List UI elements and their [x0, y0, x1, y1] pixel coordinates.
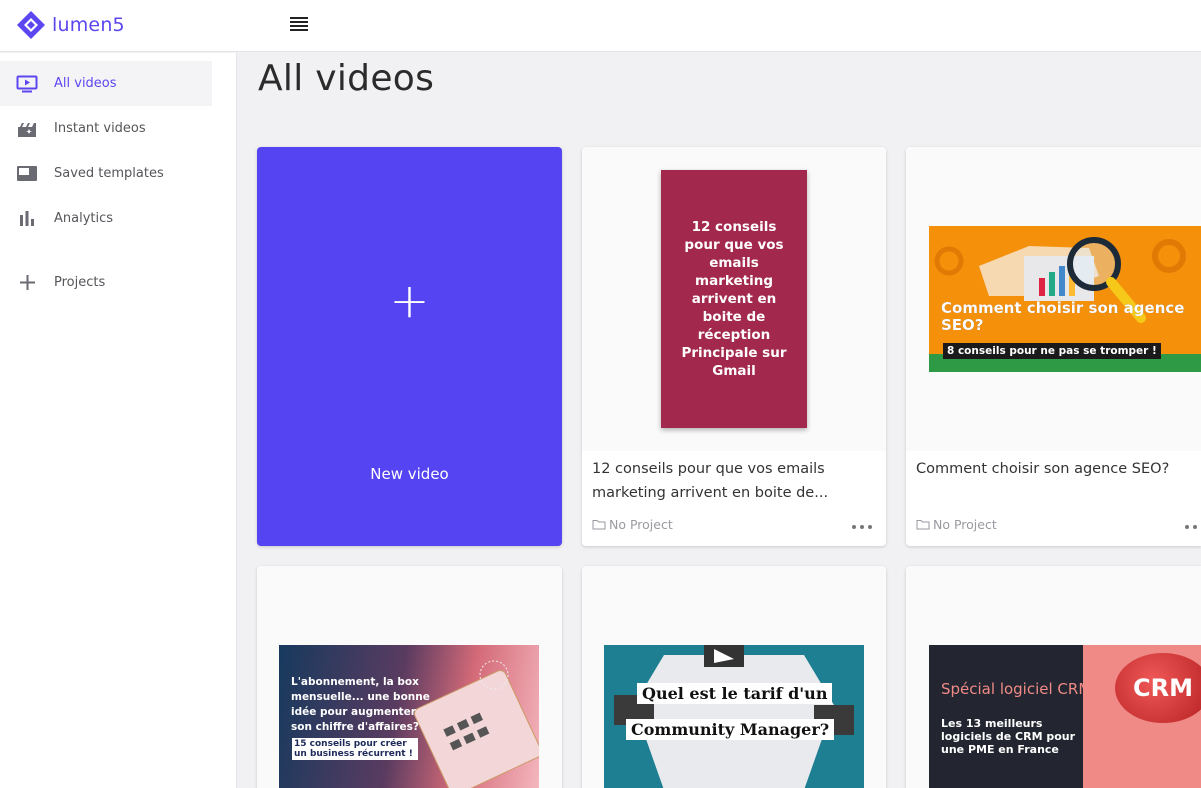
video-thumbnail: Comment choisir son agence SEO? 8 consei…: [929, 226, 1201, 372]
video-card[interactable]: Quel est le tarif d'un Community Manager…: [582, 566, 886, 788]
sidebar-item-instant-videos[interactable]: Instant videos: [0, 106, 212, 151]
page-title: All videos: [258, 58, 435, 99]
sidebar-item-label: Saved templates: [54, 166, 164, 181]
project-label[interactable]: No Project: [592, 517, 673, 532]
video-thumbnail: 12 conseils pour que vos emails marketin…: [661, 170, 807, 428]
thumbnail-graphic: [614, 645, 854, 788]
play-screen-icon: [16, 73, 38, 95]
plus-icon: [16, 272, 38, 294]
video-thumbnail: Quel est le tarif d'un Community Manager…: [604, 645, 864, 788]
lumen5-logo-icon: [17, 11, 45, 39]
sidebar-item-all-videos[interactable]: All videos: [0, 61, 212, 106]
video-thumbnail-area[interactable]: CRM Spécial logiciel CRM Les 13 meilleur…: [906, 566, 1201, 788]
thumbnail-title: L'abonnement, la box mensuelle... une bo…: [291, 676, 430, 733]
video-card[interactable]: L'abonnement, la box mensuelle... une bo…: [257, 566, 562, 788]
project-label[interactable]: No Project: [916, 517, 997, 532]
thumbnail-subtitle: 15 conseils pour créer un business récur…: [292, 738, 418, 760]
sidebar-item-label: Projects: [54, 275, 106, 290]
project-name: No Project: [933, 517, 997, 532]
app-name: lumen5: [52, 14, 125, 36]
add-icon: +: [389, 273, 430, 329]
video-thumbnail-area[interactable]: Comment choisir son agence SEO? 8 consei…: [906, 147, 1201, 451]
video-card[interactable]: Comment choisir son agence SEO? 8 consei…: [906, 147, 1201, 546]
video-title: Comment choisir son agence SEO?: [916, 461, 1170, 477]
new-video-label: New video: [370, 465, 449, 483]
video-thumbnail: CRM Spécial logiciel CRM Les 13 meilleur…: [929, 645, 1201, 788]
clapperboard-icon: [16, 118, 38, 140]
lumen5-logo[interactable]: lumen5: [16, 10, 125, 40]
template-icon: [16, 163, 38, 185]
thumbnail-title: Spécial logiciel CRM: [941, 680, 1092, 698]
sidebar-item-label: All videos: [54, 76, 117, 91]
video-thumbnail: L'abonnement, la box mensuelle... une bo…: [279, 645, 539, 788]
top-bar: lumen5: [0, 0, 1201, 52]
sidebar-item-label: Analytics: [54, 211, 114, 226]
more-options-icon[interactable]: [1185, 523, 1201, 531]
thumbnail-subtitle: 8 conseils pour ne pas se tromper !: [943, 343, 1161, 359]
video-thumbnail-area[interactable]: Quel est le tarif d'un Community Manager…: [582, 566, 886, 788]
folder-icon: [916, 520, 930, 530]
thumbnail-title: Comment choisir son agence SEO?: [941, 299, 1185, 334]
sidebar-item-saved-templates[interactable]: Saved templates: [0, 151, 212, 196]
hamburger-icon[interactable]: [290, 17, 308, 33]
sidebar-item-projects[interactable]: Projects: [0, 260, 212, 305]
sidebar: All videos Instant videos Saved template…: [0, 53, 237, 788]
bar-chart-icon: [16, 208, 38, 230]
project-name: No Project: [609, 517, 673, 532]
new-video-button[interactable]: + New video: [257, 147, 562, 546]
thumbnail-text: 12 conseils pour que vos emails marketin…: [681, 219, 787, 379]
crm-badge: CRM: [1115, 653, 1201, 723]
video-card[interactable]: 12 conseils pour que vos emails marketin…: [582, 147, 886, 546]
video-thumbnail-area[interactable]: 12 conseils pour que vos emails marketin…: [582, 147, 886, 451]
sidebar-item-analytics[interactable]: Analytics: [0, 196, 212, 241]
video-card[interactable]: CRM Spécial logiciel CRM Les 13 meilleur…: [906, 566, 1201, 788]
thumbnail-subtitle: Les 13 meilleurs logiciels de CRM pour u…: [941, 717, 1076, 756]
folder-icon: [592, 520, 606, 530]
more-options-icon[interactable]: [852, 523, 872, 531]
thumbnail-line-2: Community Manager?: [626, 719, 835, 740]
thumbnail-line-1: Quel est le tarif d'un: [637, 683, 833, 704]
video-thumbnail-area[interactable]: L'abonnement, la box mensuelle... une bo…: [257, 566, 562, 788]
sidebar-item-label: Instant videos: [54, 121, 146, 136]
video-title: 12 conseils pour que vos emails marketin…: [592, 461, 829, 501]
